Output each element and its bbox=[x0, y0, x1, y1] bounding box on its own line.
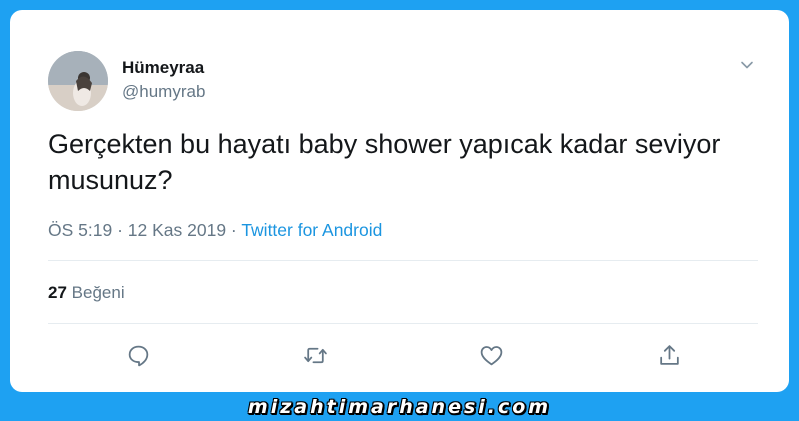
tweet-card: Hümeyraa @humyrab Gerçekten bu hayatı ba… bbox=[10, 10, 789, 392]
reply-button[interactable] bbox=[123, 340, 153, 370]
like-label: Beğeni bbox=[71, 283, 125, 302]
like-button[interactable] bbox=[476, 340, 506, 370]
likes-stat[interactable]: 27 Beğeni bbox=[48, 283, 125, 303]
divider bbox=[48, 260, 758, 261]
share-icon bbox=[659, 344, 679, 365]
chevron-down-icon[interactable] bbox=[739, 57, 755, 73]
retweet-button[interactable] bbox=[300, 340, 330, 370]
like-count: 27 bbox=[48, 283, 67, 302]
tweet-meta: ÖS 5:19 · 12 Kas 2019 · Twitter for Andr… bbox=[48, 220, 382, 241]
tweet-date[interactable]: 12 Kas 2019 bbox=[128, 220, 226, 240]
tweet-time[interactable]: ÖS 5:19 bbox=[48, 220, 112, 240]
avatar[interactable] bbox=[48, 51, 108, 111]
author-handle[interactable]: @humyrab bbox=[122, 82, 205, 102]
meta-separator: · bbox=[112, 220, 128, 240]
share-button[interactable] bbox=[654, 340, 684, 370]
divider bbox=[48, 323, 758, 324]
tweet-text: Gerçekten bu hayatı baby shower yapıcak … bbox=[48, 129, 721, 195]
tweet-source-link[interactable]: Twitter for Android bbox=[241, 220, 382, 240]
heart-icon bbox=[480, 345, 502, 365]
meta-separator: · bbox=[226, 220, 242, 240]
author-name[interactable]: Hümeyraa bbox=[122, 58, 204, 78]
retweet-icon bbox=[303, 347, 327, 363]
reply-icon bbox=[128, 345, 148, 366]
watermark-text: mizahtimarhanesi.com bbox=[247, 395, 552, 418]
watermark-bar: mizahtimarhanesi.com bbox=[0, 392, 799, 421]
